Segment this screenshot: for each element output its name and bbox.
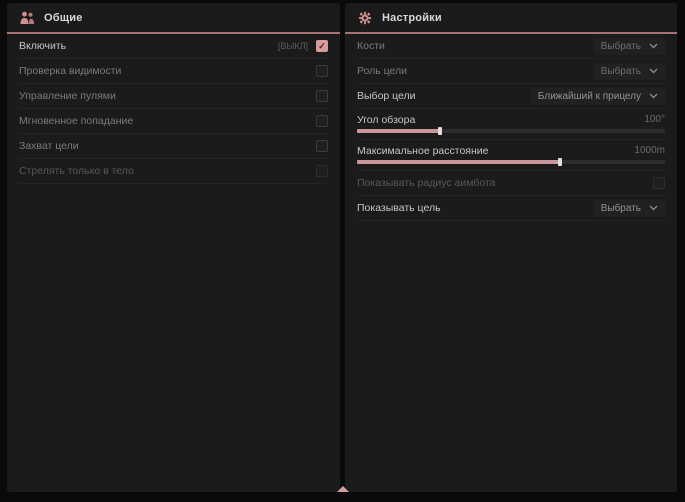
bones-dropdown[interactable]: Выбрать [594,38,665,55]
enable-checkbox[interactable]: ✓ [316,40,328,52]
target-lock-checkbox[interactable] [316,140,328,152]
show-target-dropdown-value: Выбрать [601,203,641,214]
row-show-target-label: Показывать цель [357,202,441,214]
general-panel-header: Общие [7,3,340,32]
row-bullet-control: Управление пулями [19,84,328,109]
row-instant-hit: Мгновенное попадание [19,109,328,134]
general-panel-title: Общие [44,12,83,24]
chevron-down-icon [649,205,658,211]
row-max-distance-label: Максимальное расстояние [357,145,488,157]
row-instant-hit-label: Мгновенное попадание [19,115,133,127]
check-icon: ✓ [318,42,326,51]
row-enable: Включить [ВЫКЛ] ✓ [19,34,328,59]
users-icon [19,11,35,25]
row-target-lock: Захват цели [19,134,328,159]
chevron-down-icon [649,43,658,49]
settings-rows: Кости Выбрать Роль цели Выбрать Выбор це… [345,34,677,221]
row-fov-label: Угол обзора [357,114,415,126]
target-selection-dropdown-value: Ближайший к прицелу [538,91,641,102]
row-target-selection-label: Выбор цели [357,90,416,102]
row-target-role: Роль цели Выбрать [357,59,665,84]
show-aimbot-radius-checkbox[interactable] [653,177,665,189]
keybind-hint: [ВЫКЛ] [278,41,308,51]
max-distance-slider-fill [357,160,560,164]
row-bullet-control-label: Управление пулями [19,90,116,102]
show-target-dropdown[interactable]: Выбрать [594,200,665,217]
max-distance-slider[interactable] [357,160,665,164]
row-fov: Угол обзора 100° [357,109,665,140]
chevron-down-icon [649,68,658,74]
row-bones: Кости Выбрать [357,34,665,59]
row-visibility-check-label: Проверка видимости [19,65,121,77]
max-distance-value: 1000m [634,145,665,156]
bones-dropdown-value: Выбрать [601,41,641,52]
row-show-target: Показывать цель Выбрать [357,196,665,221]
instant-hit-checkbox[interactable] [316,115,328,127]
scroll-up-indicator[interactable] [337,486,349,492]
row-show-aimbot-radius: Показывать радиус аимбота [357,171,665,196]
fov-value: 100° [644,114,665,125]
bullet-control-checkbox[interactable] [316,90,328,102]
row-show-aimbot-radius-label: Показывать радиус аимбота [357,177,496,189]
row-target-role-label: Роль цели [357,65,407,77]
chevron-down-icon [649,93,658,99]
target-role-dropdown-value: Выбрать [601,66,641,77]
target-selection-dropdown[interactable]: Ближайший к прицелу [531,88,665,105]
row-bones-label: Кости [357,40,385,52]
row-max-distance: Максимальное расстояние 1000m [357,140,665,171]
fov-slider[interactable] [357,129,665,133]
fov-slider-fill [357,129,440,133]
general-rows: Включить [ВЫКЛ] ✓ Проверка видимости Упр… [7,34,340,184]
settings-panel-title: Настройки [382,12,442,24]
row-target-lock-label: Захват цели [19,140,79,152]
fov-slider-handle[interactable] [438,127,442,135]
row-enable-label: Включить [19,40,66,52]
row-body-only: Стрелять только в тело [19,159,328,184]
row-target-selection: Выбор цели Ближайший к прицелу [357,84,665,109]
settings-panel-header: Настройки [345,3,677,32]
gear-icon [357,11,373,25]
general-panel: Общие Включить [ВЫКЛ] ✓ Проверка видимос… [7,3,340,492]
body-only-checkbox[interactable] [316,165,328,177]
settings-panel: Настройки Кости Выбрать Роль цели Выбрат… [345,3,677,492]
row-visibility-check: Проверка видимости [19,59,328,84]
max-distance-slider-handle[interactable] [558,158,562,166]
visibility-check-checkbox[interactable] [316,65,328,77]
target-role-dropdown[interactable]: Выбрать [594,63,665,80]
row-body-only-label: Стрелять только в тело [19,165,134,177]
